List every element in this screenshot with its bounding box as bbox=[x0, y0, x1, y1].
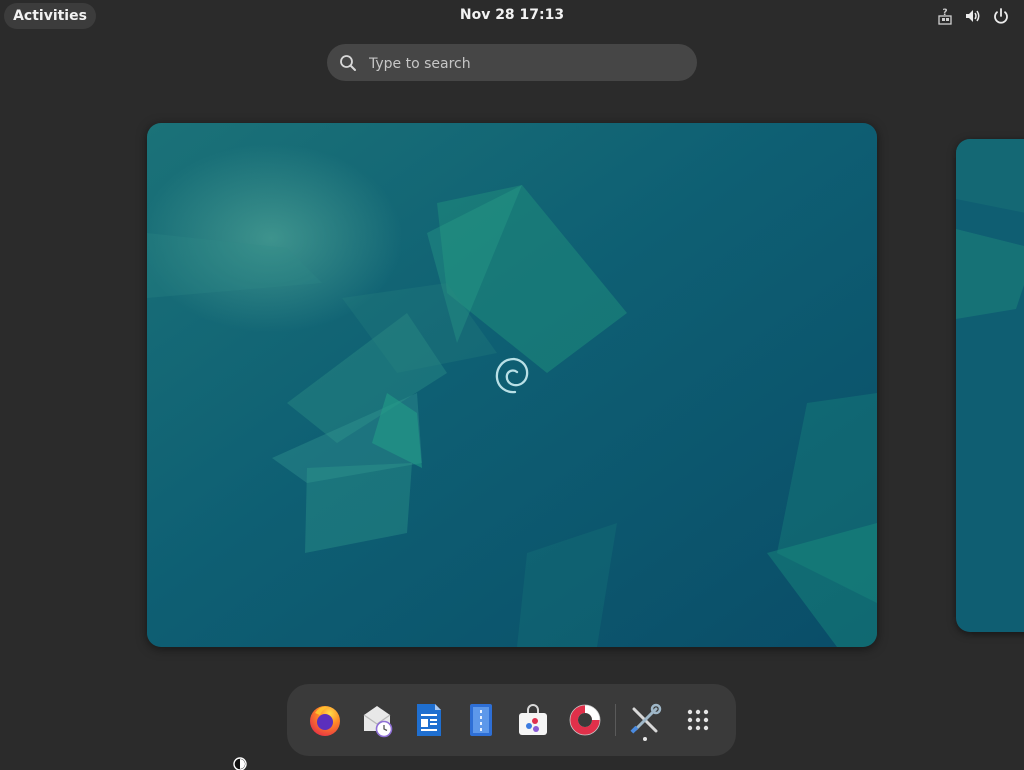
dash-app-evolution[interactable] bbox=[353, 696, 401, 744]
accessibility-network-icon[interactable]: ? bbox=[936, 7, 954, 25]
clock-area: Nov 28 17:13 bbox=[0, 0, 1024, 32]
dash-app-software[interactable] bbox=[509, 696, 557, 744]
svg-text:?: ? bbox=[942, 8, 947, 18]
dash-app-help[interactable] bbox=[561, 696, 609, 744]
mail-clock-icon bbox=[363, 706, 393, 738]
show-applications-button[interactable] bbox=[674, 696, 722, 744]
dash-app-libreoffice-writer[interactable] bbox=[405, 696, 453, 744]
lifebuoy-icon bbox=[569, 704, 601, 736]
power-icon[interactable] bbox=[992, 7, 1010, 25]
workspace-thumbnail-current[interactable] bbox=[147, 123, 877, 647]
search-input[interactable] bbox=[367, 44, 681, 83]
search-bar[interactable] bbox=[327, 44, 697, 83]
running-indicator bbox=[643, 737, 647, 741]
activities-button[interactable]: Activities bbox=[4, 3, 96, 29]
debian-wallpaper bbox=[956, 139, 1024, 632]
dash-separator bbox=[615, 704, 616, 736]
debian-wallpaper bbox=[147, 123, 877, 647]
app-grid-icon bbox=[687, 709, 709, 731]
software-bag-icon bbox=[519, 704, 547, 735]
writer-document-icon bbox=[417, 704, 441, 736]
text-editor-icon bbox=[470, 704, 492, 736]
firefox-icon bbox=[310, 706, 340, 736]
volume-icon[interactable] bbox=[964, 7, 982, 25]
search-icon bbox=[340, 55, 356, 71]
dash bbox=[287, 684, 736, 756]
system-tray[interactable]: ? bbox=[936, 7, 1010, 25]
dash-app-firefox[interactable] bbox=[301, 696, 349, 744]
workspace-thumbnail-next[interactable] bbox=[956, 139, 1024, 632]
tools-icon bbox=[630, 703, 662, 734]
dash-app-text-editor[interactable] bbox=[457, 696, 505, 744]
date-time-label[interactable]: Nov 28 17:13 bbox=[460, 7, 564, 23]
top-bar: Activities Nov 28 17:13 ? bbox=[0, 0, 1024, 32]
